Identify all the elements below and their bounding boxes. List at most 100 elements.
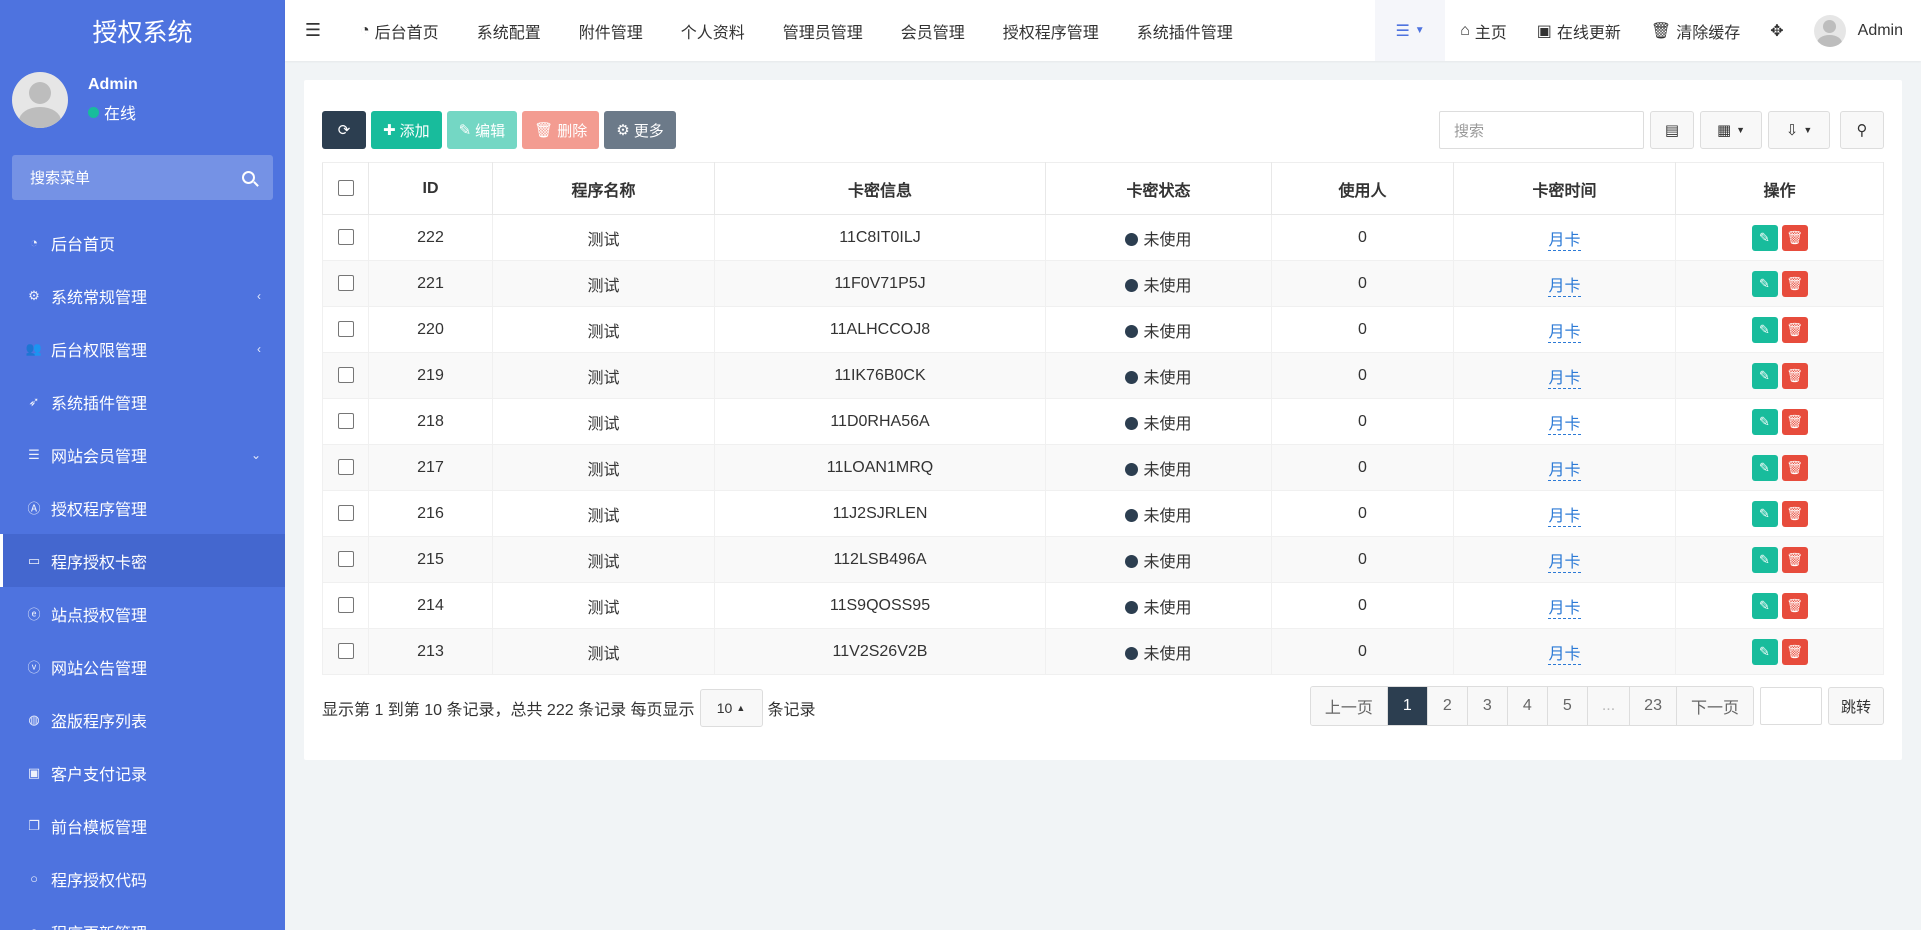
row-checkbox[interactable] [337,551,354,568]
sidebar-item-7[interactable]: ⓔ 站点授权管理 [0,587,285,640]
jump-page-input[interactable] [1759,687,1822,725]
more-button[interactable]: ⚙ 更多 [604,111,676,149]
add-button[interactable]: ✚ 添加 [371,111,442,149]
col-program[interactable]: 程序名称 [492,162,715,215]
sidebar-item-1[interactable]: ⚙ 系统常规管理 ‹ [0,269,285,322]
select-all-checkbox[interactable] [337,180,354,197]
page-button-0[interactable]: 上一页 [1310,687,1388,725]
sidebar-item-5[interactable]: Ⓐ 授权程序管理 [0,481,285,534]
page-button-7[interactable]: 23 [1630,687,1677,725]
row-edit-button[interactable]: ✎ [1751,408,1778,435]
top-nav-link-2[interactable]: 附件管理 [560,0,662,61]
row-edit-button[interactable]: ✎ [1751,316,1778,343]
card-time-editable[interactable]: 月卡 [1548,645,1581,665]
page-button-2[interactable]: 2 [1427,687,1468,725]
toggle-view-button[interactable]: ▤ [1650,111,1694,149]
card-time-editable[interactable]: 月卡 [1548,277,1581,297]
clear-cache-link[interactable]: 🗑 清除缓存 [1636,0,1755,61]
card-time-editable[interactable]: 月卡 [1548,369,1581,389]
sidebar-item-10[interactable]: ▣ 客户支付记录 [0,746,285,799]
top-nav-link-4[interactable]: 管理员管理 [764,0,882,61]
row-delete-button[interactable]: 🗑 [1781,362,1808,389]
row-delete-button[interactable]: 🗑 [1781,592,1808,619]
top-nav-link-5[interactable]: 会员管理 [882,0,984,61]
export-button[interactable]: ⇩ ▼ [1768,111,1830,149]
row-checkbox[interactable] [337,413,354,430]
row-delete-button[interactable]: 🗑 [1781,500,1808,527]
row-checkbox[interactable] [337,459,354,476]
search-icon[interactable] [242,171,255,184]
row-edit-button[interactable]: ✎ [1751,224,1778,251]
fullscreen-link[interactable]: ✥ [1755,0,1798,61]
row-edit-button[interactable]: ✎ [1751,592,1778,619]
sidebar-item-3[interactable]: ➶ 系统插件管理 [0,375,285,428]
sidebar-item-9[interactable]: ◍ 盗版程序列表 [0,693,285,746]
sidebar-toggle-icon[interactable]: ☰ [285,0,341,61]
row-checkbox[interactable] [337,597,354,614]
row-checkbox[interactable] [337,367,354,384]
top-nav-link-0[interactable]: ◔ 后台首页 [341,0,458,61]
col-user[interactable]: 使用人 [1271,162,1454,215]
row-checkbox[interactable] [337,505,354,522]
admin-menu[interactable]: Admin [1799,0,1921,61]
row-edit-button[interactable]: ✎ [1751,546,1778,573]
row-delete-button[interactable]: 🗑 [1781,408,1808,435]
row-delete-button[interactable]: 🗑 [1781,270,1808,297]
card-time-editable[interactable]: 月卡 [1548,231,1581,251]
row-checkbox[interactable] [337,229,354,246]
sidebar-item-11[interactable]: ❐ 前台模板管理 [0,799,285,852]
refresh-button[interactable]: ⟳ [322,111,366,149]
top-nav-link-1[interactable]: 系统配置 [458,0,560,61]
page-button-1[interactable]: 1 [1387,687,1428,725]
table-search-input[interactable]: 搜索 [1439,111,1644,149]
advanced-search-button[interactable]: ⚲ [1840,111,1884,149]
row-delete-button[interactable]: 🗑 [1781,224,1808,251]
online-update-link[interactable]: ▣ 在线更新 [1522,0,1636,61]
brand-logo[interactable]: 授权系统 [0,0,285,61]
col-card[interactable]: 卡密信息 [714,162,1046,215]
menu-search-input[interactable]: 搜索菜单 [12,155,273,200]
page-size-select[interactable]: 10 ▲ [699,689,763,727]
sidebar-item-0[interactable]: ◔ 后台首页 [0,216,285,269]
card-time-editable[interactable]: 月卡 [1548,553,1581,573]
jump-button[interactable]: 跳转 [1827,687,1884,725]
delete-button[interactable]: 🗑 删除 [522,111,600,149]
sidebar-item-6[interactable]: ▭ 程序授权卡密 [0,534,285,587]
card-time-editable[interactable]: 月卡 [1548,461,1581,481]
row-edit-button[interactable]: ✎ [1751,270,1778,297]
home-link[interactable]: ⌂ 主页 [1445,0,1522,61]
card-time-editable[interactable]: 月卡 [1548,599,1581,619]
top-nav-link-6[interactable]: 授权程序管理 [984,0,1118,61]
row-edit-button[interactable]: ✎ [1751,638,1778,665]
sidebar-item-8[interactable]: ⓥ 网站公告管理 [0,640,285,693]
top-nav-link-7[interactable]: 系统插件管理 [1118,0,1252,61]
col-id[interactable]: ID [368,162,493,215]
row-checkbox[interactable] [337,321,354,338]
columns-button[interactable]: ▦ ▼ [1700,111,1762,149]
col-time[interactable]: 卡密时间 [1453,162,1676,215]
row-edit-button[interactable]: ✎ [1751,454,1778,481]
sidebar-item-12[interactable]: ○ 程序授权代码 [0,852,285,905]
row-delete-button[interactable]: 🗑 [1781,454,1808,481]
sidebar-item-13[interactable]: ○ 程序更新管理 [0,905,285,930]
edit-button[interactable]: ✎ 编辑 [446,111,518,149]
card-time-editable[interactable]: 月卡 [1548,415,1581,435]
card-time-editable[interactable]: 月卡 [1548,507,1581,527]
sidebar-item-4[interactable]: ☰ 网站会员管理 ⌄ [0,428,285,481]
page-button-3[interactable]: 3 [1467,687,1508,725]
col-status[interactable]: 卡密状态 [1045,162,1272,215]
row-checkbox[interactable] [337,643,354,660]
top-nav-link-3[interactable]: 个人资料 [662,0,764,61]
page-button-4[interactable]: 4 [1507,687,1548,725]
page-button-5[interactable]: 5 [1547,687,1588,725]
row-edit-button[interactable]: ✎ [1751,500,1778,527]
sidebar-item-2[interactable]: 👥 后台权限管理 ‹ [0,322,285,375]
row-delete-button[interactable]: 🗑 [1781,638,1808,665]
row-delete-button[interactable]: 🗑 [1781,316,1808,343]
row-delete-button[interactable]: 🗑 [1781,546,1808,573]
row-edit-button[interactable]: ✎ [1751,362,1778,389]
page-button-8[interactable]: 下一页 [1676,687,1753,725]
multi-tab-toggle[interactable]: ☰ ▼ [1375,0,1446,61]
card-time-editable[interactable]: 月卡 [1548,323,1581,343]
row-checkbox[interactable] [337,275,354,292]
